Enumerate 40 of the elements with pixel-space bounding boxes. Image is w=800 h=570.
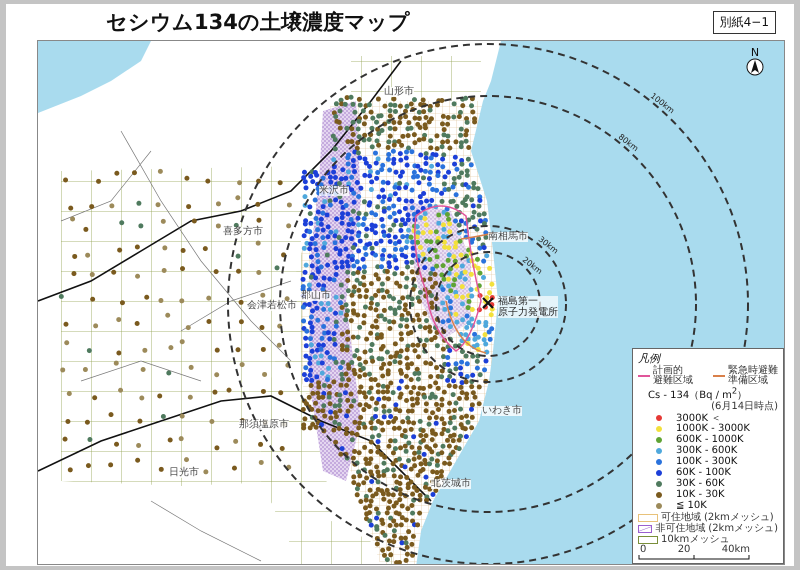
scale-label: 0 (640, 545, 646, 555)
scale-label: 40km (722, 545, 750, 555)
place-label: 日光市 (169, 468, 199, 478)
legend-label: 300K - 600K (676, 445, 738, 456)
zone-label: 計画的 避難区域 (653, 366, 693, 386)
legend-label: ≦ 10K (676, 500, 707, 511)
mesh-swatch (638, 536, 658, 544)
legend-title: 凡例 (638, 350, 662, 365)
mesh-label: 可住地域 (661, 513, 701, 523)
place-label: 那須塩原市 (239, 420, 289, 430)
date-label: (6月14日時点) (711, 402, 778, 412)
legend-label: 600K - 1000K (676, 434, 744, 445)
place-label: 喜多方市 (223, 227, 263, 237)
legend-label: 1000K - 3000K (676, 423, 750, 434)
plant-cross-icon (482, 296, 494, 310)
place-label: 南相馬市 (488, 232, 528, 242)
legend-label: 60K - 100K (676, 467, 731, 478)
legend-label: 30K - 60K (676, 478, 725, 489)
place-label: 山形市 (384, 87, 414, 97)
mesh-label: (2kmメッシュ) (708, 524, 778, 534)
mesh-swatch (638, 514, 658, 522)
place-label: 郡山市 (301, 291, 331, 301)
place-label: いわき市 (482, 406, 522, 416)
legend-label: 100K - 300K (676, 456, 738, 467)
place-label: 会津若松市 (247, 301, 297, 311)
place-label: 北茨城市 (431, 479, 471, 489)
mesh-label: 非可住地域 (655, 524, 706, 534)
legend-label: 10K - 30K (676, 489, 725, 500)
annex-label: 別紙4−1 (712, 10, 776, 34)
mesh-swatch (638, 525, 652, 533)
legend-label: 3000K ＜ (676, 412, 722, 424)
unit-label: Cs - 134（Bq / m$^{2}$） (648, 386, 748, 401)
plant-label: 福島第一 原子力発電所 (498, 296, 558, 318)
map-title: セシウム134の土壌濃度マップ (106, 9, 410, 36)
place-label: 米沢市 (319, 186, 349, 196)
mesh-label: (2kmメッシュ) (704, 513, 774, 523)
north-label: N (750, 47, 760, 58)
zone-label: 緊急時避難 準備区域 (728, 366, 778, 386)
mesh-label: 10kmメッシュ (661, 535, 730, 545)
scale-label: 20 (678, 545, 690, 555)
